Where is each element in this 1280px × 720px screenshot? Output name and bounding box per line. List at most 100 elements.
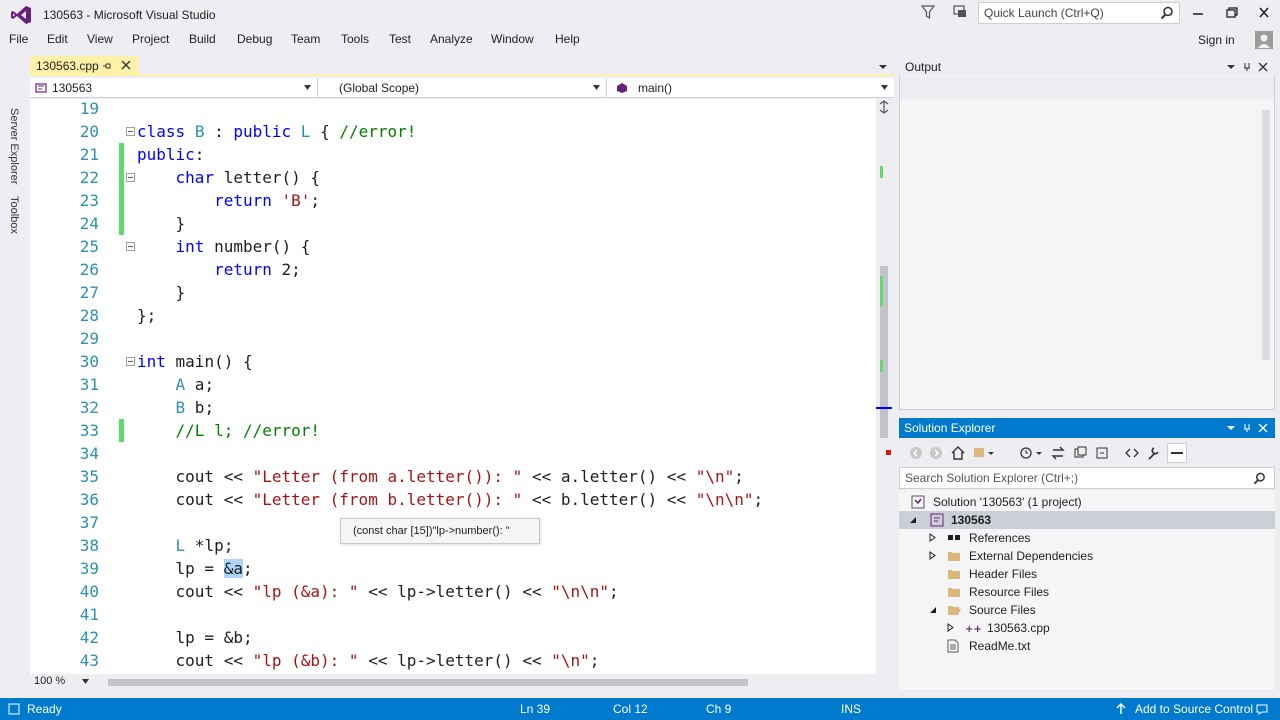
close-icon[interactable] xyxy=(1258,62,1268,72)
tab-list-dropdown-icon[interactable] xyxy=(878,61,888,71)
arrow-up-icon[interactable] xyxy=(1115,703,1127,715)
switch-views-icon[interactable] xyxy=(973,445,995,461)
window-position-dropdown-icon[interactable] xyxy=(1226,423,1236,433)
code-editor[interactable]: 19 20 class B : public L { //error! 21 publi… xyxy=(30,99,876,674)
code-line[interactable]: 30 int main() { xyxy=(30,350,876,373)
menu-edit[interactable]: Edit xyxy=(47,32,68,46)
back-icon[interactable] xyxy=(909,446,923,460)
code-line[interactable]: 39 lp = &a; xyxy=(30,557,876,580)
close-window-button[interactable] xyxy=(1252,4,1276,22)
code-line[interactable]: 31 A a; xyxy=(30,373,876,396)
line-number: 25 xyxy=(79,237,99,256)
refresh-icon[interactable] xyxy=(1073,445,1087,461)
forward-icon[interactable] xyxy=(929,446,943,460)
collapse-region-icon[interactable] xyxy=(126,127,135,136)
menu-test[interactable]: Test xyxy=(389,32,411,46)
code-line[interactable]: 25 int number() { xyxy=(30,235,876,258)
collapsed-arrow-icon[interactable] xyxy=(929,533,937,542)
code-line[interactable]: 36 cout << "Letter (from b.letter()): " … xyxy=(30,488,876,511)
code-line[interactable]: 40 cout << "lp (&a): " << lp->letter() <… xyxy=(30,580,876,603)
tree-item-project[interactable]: 130563 xyxy=(899,511,1275,529)
code-text: return 2; xyxy=(214,260,301,279)
menu-view[interactable]: View xyxy=(87,32,113,46)
menu-tools[interactable]: Tools xyxy=(341,32,369,46)
code-line[interactable]: 22 char letter() { xyxy=(30,166,876,189)
expand-arrow-icon[interactable] xyxy=(909,516,917,524)
pin-icon[interactable] xyxy=(1242,423,1252,433)
code-line[interactable]: 21 public: xyxy=(30,143,876,166)
line-number: 24 xyxy=(79,214,99,233)
line-number: 29 xyxy=(79,329,99,348)
code-line[interactable]: 32 B b; xyxy=(30,396,876,419)
menu-team[interactable]: Team xyxy=(291,32,320,46)
code-line[interactable]: 23 return 'B'; xyxy=(30,189,876,212)
close-icon[interactable] xyxy=(1258,423,1268,433)
output-scrollbar[interactable] xyxy=(1258,100,1274,400)
collapse-region-icon[interactable] xyxy=(126,173,135,182)
code-line[interactable]: 34 xyxy=(30,442,876,465)
code-text: int main() { xyxy=(137,352,253,371)
properties-icon[interactable] xyxy=(1147,445,1161,461)
close-tab-icon[interactable] xyxy=(121,60,131,70)
collapse-all-icon[interactable] xyxy=(1095,445,1109,461)
menu-debug[interactable]: Debug xyxy=(237,32,272,46)
member-dropdown[interactable]: main() xyxy=(608,78,894,98)
code-line[interactable]: 29 xyxy=(30,327,876,350)
code-line[interactable]: 24 } xyxy=(30,212,876,235)
line-number: 41 xyxy=(79,605,99,624)
tree-item-label: ReadMe.txt xyxy=(969,639,1031,653)
pending-changes-filter-icon[interactable] xyxy=(1019,445,1043,461)
tab-server-explorer[interactable]: Server Explorer xyxy=(8,108,20,184)
pin-icon[interactable] xyxy=(102,61,112,71)
collapse-region-icon[interactable] xyxy=(126,357,135,366)
show-code-icon[interactable] xyxy=(1125,445,1139,461)
notifications-icon[interactable] xyxy=(1256,703,1268,715)
collapse-region-icon[interactable] xyxy=(126,242,135,251)
solution-search-input[interactable]: Search Solution Explorer (Ctrl+;) xyxy=(899,467,1275,489)
tab-toolbox[interactable]: Toolbox xyxy=(8,196,20,234)
zoom-level-dropdown[interactable]: 100 % xyxy=(32,675,92,689)
preview-selected-items-button[interactable] xyxy=(1167,443,1187,463)
quick-launch-input[interactable]: Quick Launch (Ctrl+Q) xyxy=(978,2,1180,24)
code-line[interactable]: 33 //L l; //error! xyxy=(30,419,876,442)
code-line[interactable]: 27 } xyxy=(30,281,876,304)
menu-project[interactable]: Project xyxy=(132,32,169,46)
code-line[interactable]: 20 class B : public L { //error! xyxy=(30,120,876,143)
menu-help[interactable]: Help xyxy=(555,32,580,46)
sign-in-link[interactable]: Sign in xyxy=(1198,33,1235,47)
project-dropdown[interactable]: 130563 xyxy=(30,78,318,98)
code-line[interactable]: 43 cout << "lp (&b): " << lp->letter() <… xyxy=(30,649,876,672)
code-line[interactable]: 19 xyxy=(30,99,876,120)
code-line[interactable]: 26 return 2; xyxy=(30,258,876,281)
sync-icon[interactable] xyxy=(1051,445,1065,461)
code-line[interactable]: 42 lp = &b; xyxy=(30,626,876,649)
scope-dropdown[interactable]: (Global Scope) xyxy=(319,78,607,98)
collapsed-arrow-icon[interactable] xyxy=(947,623,955,632)
menu-file[interactable]: File xyxy=(9,32,28,46)
status-insert-mode: INS xyxy=(841,702,862,716)
code-line[interactable]: 28}; xyxy=(30,304,876,327)
code-line[interactable]: 35 cout << "Letter (from a.letter()): " … xyxy=(30,465,876,488)
minimize-button[interactable] xyxy=(1186,4,1210,22)
search-icon[interactable] xyxy=(1160,6,1174,20)
split-window-icon[interactable] xyxy=(879,100,889,114)
code-line[interactable]: 41 xyxy=(30,603,876,626)
menu-window[interactable]: Window xyxy=(491,32,534,46)
filter-icon[interactable] xyxy=(920,4,936,20)
horizontal-scroll-thumb[interactable] xyxy=(108,679,748,686)
add-to-source-control[interactable]: Add to Source Control xyxy=(1135,702,1253,716)
account-icon[interactable] xyxy=(1255,31,1273,49)
window-position-dropdown-icon[interactable] xyxy=(1226,62,1236,72)
pin-icon[interactable] xyxy=(1242,62,1252,72)
expand-arrow-icon[interactable] xyxy=(929,606,937,614)
line-number: 33 xyxy=(79,421,99,440)
feedback-icon[interactable] xyxy=(952,4,968,20)
search-icon[interactable] xyxy=(1253,472,1266,485)
home-icon[interactable] xyxy=(950,445,966,461)
collapsed-arrow-icon[interactable] xyxy=(929,551,937,560)
ready-icon xyxy=(8,703,20,715)
tree-item-label: Source Files xyxy=(969,603,1036,617)
menu-build[interactable]: Build xyxy=(189,32,216,46)
menu-analyze[interactable]: Analyze xyxy=(430,32,473,46)
restore-button[interactable] xyxy=(1220,4,1244,22)
